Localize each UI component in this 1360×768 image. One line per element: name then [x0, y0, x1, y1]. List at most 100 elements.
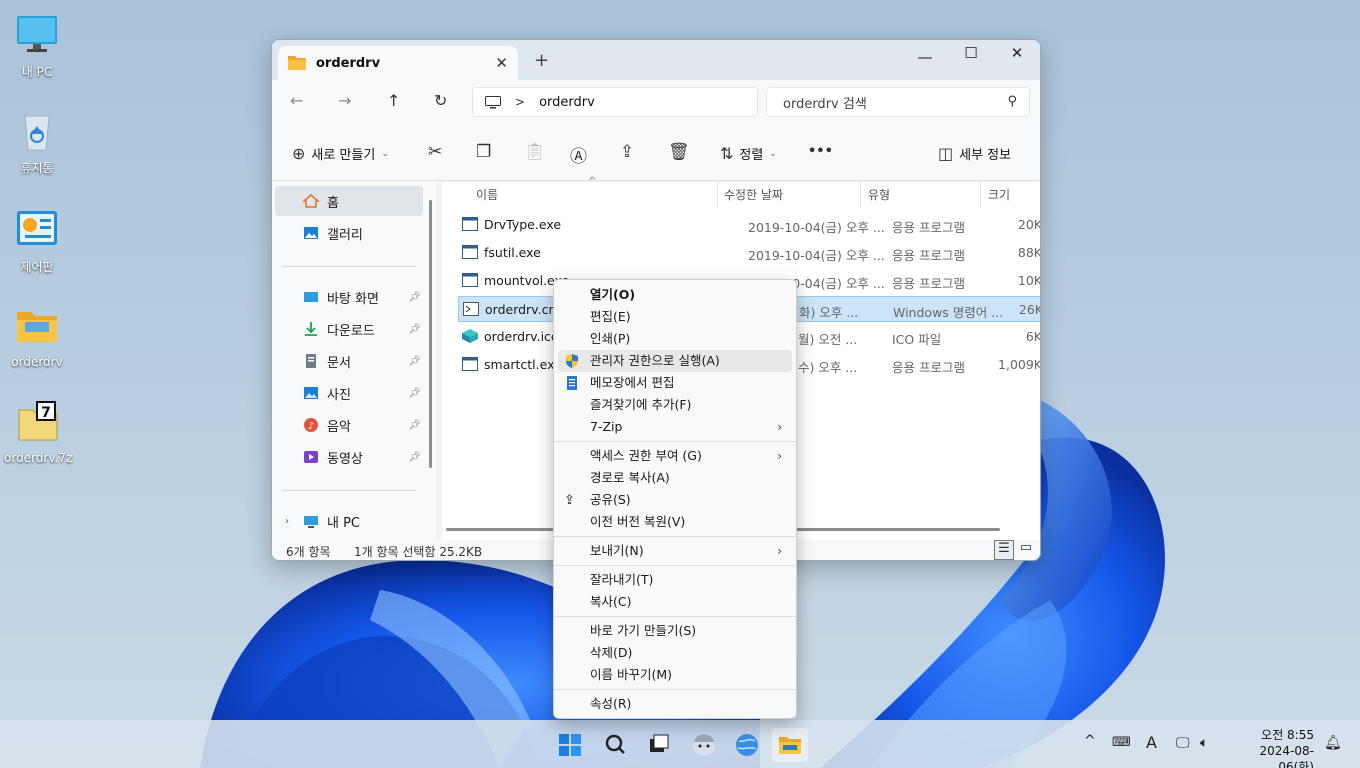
menu-item-run-as-admin[interactable]: 관리자 권한으로 실행(A): [558, 350, 792, 372]
copy-icon[interactable]: ❐: [476, 142, 491, 162]
close-tab-icon[interactable]: ✕: [495, 54, 508, 72]
monitor-icon: [17, 16, 57, 52]
desktop-icon-this-pc[interactable]: 내 PC: [4, 10, 70, 80]
close-button[interactable]: ✕: [994, 44, 1040, 62]
tab-orderdrv[interactable]: orderdrv ✕: [278, 46, 518, 80]
column-header-name[interactable]: 이름: [476, 186, 498, 203]
refresh-icon[interactable]: ↻: [434, 91, 447, 110]
file-name: DrvType.exe: [484, 217, 562, 232]
keyboard-icon[interactable]: ⌨: [1112, 735, 1131, 750]
share-icon: ⇪: [564, 493, 575, 508]
column-header-type[interactable]: 유형: [868, 186, 890, 203]
menu-item-add-to-favorites[interactable]: 즐겨찾기에 추가(F): [558, 394, 792, 416]
show-hidden-icons-button[interactable]: ^: [1084, 733, 1096, 749]
sidebar-item-gallery[interactable]: 갤러리: [275, 218, 423, 248]
details-button[interactable]: ◫ 세부 정보: [938, 144, 1011, 163]
desktop-icon-control-panel[interactable]: 제어판: [4, 205, 70, 275]
menu-item-edit[interactable]: 편집(E): [558, 306, 792, 328]
menu-item-7zip[interactable]: 7-Zip ›: [558, 416, 792, 438]
tiles-view-button[interactable]: ▭: [1016, 540, 1036, 560]
forward-arrow-icon[interactable]: →: [338, 91, 351, 110]
chevron-right-icon[interactable]: >: [515, 95, 525, 109]
task-view-button[interactable]: [641, 728, 677, 762]
maximize-button[interactable]: ☐: [948, 44, 994, 62]
menu-item-share[interactable]: ⇪ 공유(S): [558, 489, 792, 511]
sidebar-item-downloads[interactable]: 다운로드 📌︎: [275, 314, 423, 344]
sidebar-item-pictures[interactable]: 사진 📌︎: [275, 378, 423, 408]
app-avatar-button[interactable]: [686, 728, 722, 762]
windows-logo-icon: [559, 734, 581, 756]
chevron-right-icon[interactable]: ›: [285, 516, 289, 527]
paste-icon[interactable]: 📋︎: [524, 142, 546, 162]
sidebar-item-videos[interactable]: 동영상 📌︎: [275, 442, 423, 472]
table-row[interactable]: fsutil.exe 2019-10-04(금) 오후 ... 응용 프로그램 …: [458, 240, 1040, 266]
ime-indicator[interactable]: A: [1146, 733, 1157, 752]
file-name: smartctl.exe: [484, 357, 562, 372]
breadcrumb[interactable]: orderdrv: [539, 95, 595, 110]
menu-item-label: 속성(R): [590, 696, 632, 711]
cut-icon[interactable]: ✂: [428, 142, 442, 162]
menu-item-create-shortcut[interactable]: 바로 가기 만들기(S): [558, 620, 792, 642]
column-header-date[interactable]: 수정한 날짜: [724, 186, 783, 203]
file-date: 2019-10-04(금) 오후 ...: [748, 248, 885, 263]
back-arrow-icon[interactable]: ←: [290, 91, 303, 110]
menu-item-delete[interactable]: 삭제(D): [558, 642, 792, 664]
pin-icon[interactable]: 📌︎: [408, 356, 421, 367]
sidebar-item-documents[interactable]: 문서 📌︎: [275, 346, 423, 376]
menu-item-print[interactable]: 인쇄(P): [558, 328, 792, 350]
menu-item-copy-as-path[interactable]: 경로로 복사(A): [558, 467, 792, 489]
details-view-button[interactable]: ☰: [994, 540, 1014, 560]
column-divider[interactable]: [717, 182, 718, 208]
menu-item-give-access[interactable]: 액세스 권한 부여 (G) ›: [558, 445, 792, 467]
pin-icon[interactable]: 📌︎: [408, 324, 421, 335]
menu-item-edit-in-notepad[interactable]: 메모장에서 편집: [558, 372, 792, 394]
search-input[interactable]: orderdrv 검색 ⚲: [766, 87, 1030, 117]
up-arrow-icon[interactable]: ↑: [387, 91, 400, 110]
browser-button[interactable]: [729, 728, 765, 762]
sidebar-item-this-pc[interactable]: › 내 PC: [275, 506, 423, 536]
column-divider[interactable]: [980, 182, 981, 208]
desktop-icon-orderdrv-folder[interactable]: orderdrv: [4, 302, 70, 369]
column-divider[interactable]: [860, 182, 861, 208]
new-button[interactable]: ⊕ 새로 만들기 ⌄: [292, 144, 389, 163]
sidebar-item-desktop[interactable]: 바탕 화면 📌︎: [275, 282, 423, 312]
share-icon[interactable]: ⇪: [620, 142, 634, 162]
address-bar[interactable]: > orderdrv: [472, 87, 758, 117]
pin-icon[interactable]: 📌︎: [408, 292, 421, 303]
command-bar: ⊕ 새로 만들기 ⌄ ✂ ❐ 📋︎ Ⓐ ⇪ 🗑︎ ⇅ 정렬 ⌄ ••• ◫ 세부…: [272, 124, 1040, 181]
pin-icon[interactable]: 📌︎: [408, 420, 421, 431]
search-button[interactable]: [597, 728, 633, 762]
desktop-icon-orderdrv-7z[interactable]: 7 orderdrv.7z: [4, 398, 72, 465]
column-header-size[interactable]: 크기: [988, 186, 1010, 203]
more-options-icon[interactable]: •••: [808, 144, 833, 159]
new-tab-button[interactable]: +: [534, 50, 549, 71]
menu-item-cut[interactable]: 잘라내기(T): [558, 569, 792, 591]
delete-icon[interactable]: 🗑︎: [668, 142, 690, 162]
menu-item-open[interactable]: 열기(O): [558, 284, 792, 306]
notification-bell-icon[interactable]: 🔔︎: [1324, 735, 1342, 751]
pin-icon[interactable]: 📌︎: [408, 452, 421, 463]
minimize-button[interactable]: —: [902, 48, 948, 66]
sidebar-scrollbar[interactable]: [429, 200, 432, 468]
recycle-bin-icon: [24, 115, 50, 151]
menu-item-restore-previous[interactable]: 이전 버전 복원(V): [558, 511, 792, 533]
menu-item-label: 잘라내기(T): [590, 572, 654, 587]
menu-item-copy[interactable]: 복사(C): [558, 591, 792, 613]
table-row[interactable]: DrvType.exe 2019-10-04(금) 오후 ... 응용 프로그램…: [458, 212, 1040, 238]
menu-item-rename[interactable]: 이름 바꾸기(M): [558, 664, 792, 686]
sidebar-item-music[interactable]: ♪ 음악 📌︎: [275, 410, 423, 440]
rename-icon[interactable]: Ⓐ: [570, 142, 587, 167]
sort-button[interactable]: ⇅ 정렬 ⌄: [720, 144, 777, 163]
start-button[interactable]: [552, 728, 588, 762]
network-icon[interactable]: 🖵︎: [1176, 735, 1190, 751]
sidebar-item-home[interactable]: 홈: [275, 186, 423, 216]
desktop-icon-recycle-bin[interactable]: 휴지통: [4, 106, 70, 176]
file-explorer-icon: [779, 737, 801, 754]
pin-icon[interactable]: 📌︎: [408, 388, 421, 399]
volume-icon[interactable]: 🔈︎: [1200, 735, 1208, 751]
menu-item-properties[interactable]: 속성(R): [558, 693, 792, 715]
selection-info: 1개 항목 선택함 25.2KB: [354, 545, 483, 559]
menu-item-send-to[interactable]: 보내기(N) ›: [558, 540, 792, 562]
file-explorer-button[interactable]: [772, 728, 808, 762]
clock[interactable]: 오전 8:55 2024-08-06(화): [1232, 727, 1314, 768]
